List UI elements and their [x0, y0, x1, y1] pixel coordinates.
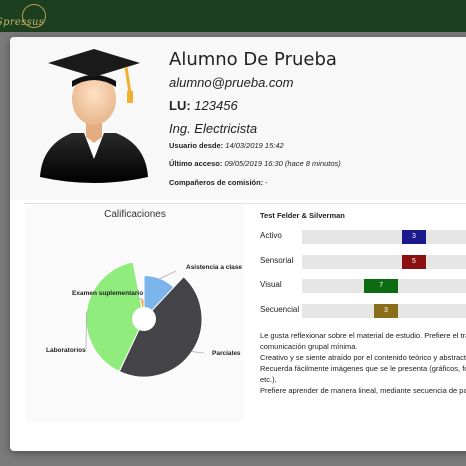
pie-label-0: Asistencia a clase	[186, 264, 242, 271]
graduate-avatar-icon	[40, 49, 148, 183]
profile-modal: Alumno De Prueba alumno@prueba.com LU: 1…	[10, 37, 466, 451]
dimension-label-activo: Activo	[260, 231, 282, 240]
grades-pie-chart: Asistencia a clase Parciales Laboratorios E…	[46, 261, 242, 378]
last-access: Último acceso: 09/05/2019 16:30 (hace 8 …	[169, 159, 341, 168]
dimension-label-visual: Visual	[260, 280, 282, 289]
dimension-bar-activo: 3	[402, 230, 426, 244]
student-career: Ing. Electricista	[169, 121, 258, 136]
description-line: comunicación grupal mínima.	[260, 342, 358, 351]
brand-name[interactable]: Spressus	[0, 17, 44, 28]
dimension-track-activo: 3	[302, 230, 466, 244]
description-line: Creativo y se siente atraído por el cont…	[260, 353, 466, 362]
student-lu: LU: 123456	[169, 98, 238, 113]
classmates: Compañeros de comisión: -	[169, 178, 268, 187]
lu-value: 123456	[194, 98, 238, 113]
student-name: Alumno De Prueba	[169, 49, 337, 70]
felder-panel: Test Felder & Silverman Activo 3 Sensori…	[260, 205, 466, 422]
description-line: Prefiere aprender de manera lineal, medi…	[260, 386, 466, 395]
pie-connector-1	[191, 351, 205, 354]
profile-header: Alumno De Prueba alumno@prueba.com LU: 1…	[10, 37, 466, 200]
dimension-track-visual: 7	[302, 279, 466, 293]
dimension-bar-secuencial: 3	[374, 304, 398, 318]
user-since: Usuario desde: 14/03/2019 15:42	[169, 141, 284, 150]
pie-label-1: Parciales	[212, 350, 241, 357]
pie-label-3: Examen suplementario	[72, 290, 143, 297]
student-email: alumno@prueba.com	[169, 75, 294, 90]
description-line: Recuerda fácilmente imágenes que se le p…	[260, 364, 466, 373]
dimension-label-sensorial: Sensorial	[260, 256, 294, 265]
pie-label-2: Laboratorios	[46, 347, 86, 354]
last-access-label: Último acceso:	[169, 159, 223, 168]
lu-label: LU:	[169, 98, 191, 113]
classmates-label: Compañeros de comisión:	[169, 178, 264, 187]
section-divider	[24, 203, 466, 204]
dimension-bar-visual: 7	[364, 279, 398, 293]
dimension-track-secuencial: 3	[302, 304, 466, 318]
dimension-bar-sensorial: 5	[402, 255, 426, 269]
description-line: etc.).	[260, 375, 277, 384]
description-line: Le gusta reflexionar sobre el material d…	[260, 331, 466, 340]
felder-title: Test Felder & Silverman	[260, 211, 345, 220]
pie-center-hole	[132, 307, 156, 331]
pie-connector-0	[159, 270, 177, 279]
grades-chart-panel: Calificaciones Asistencia a clase Parcial…	[26, 205, 244, 422]
last-access-value: 09/05/2019 16:30 (hace 8 minutos)	[224, 159, 341, 168]
user-since-value: 14/03/2019 15:42	[225, 141, 284, 150]
user-since-label: Usuario desde:	[169, 141, 224, 150]
dimension-track-sensorial: 5	[302, 255, 466, 269]
top-navbar: Spressus	[0, 0, 466, 32]
dimension-label-secuencial: Secuencial	[260, 305, 300, 314]
classmates-value: -	[265, 178, 268, 187]
